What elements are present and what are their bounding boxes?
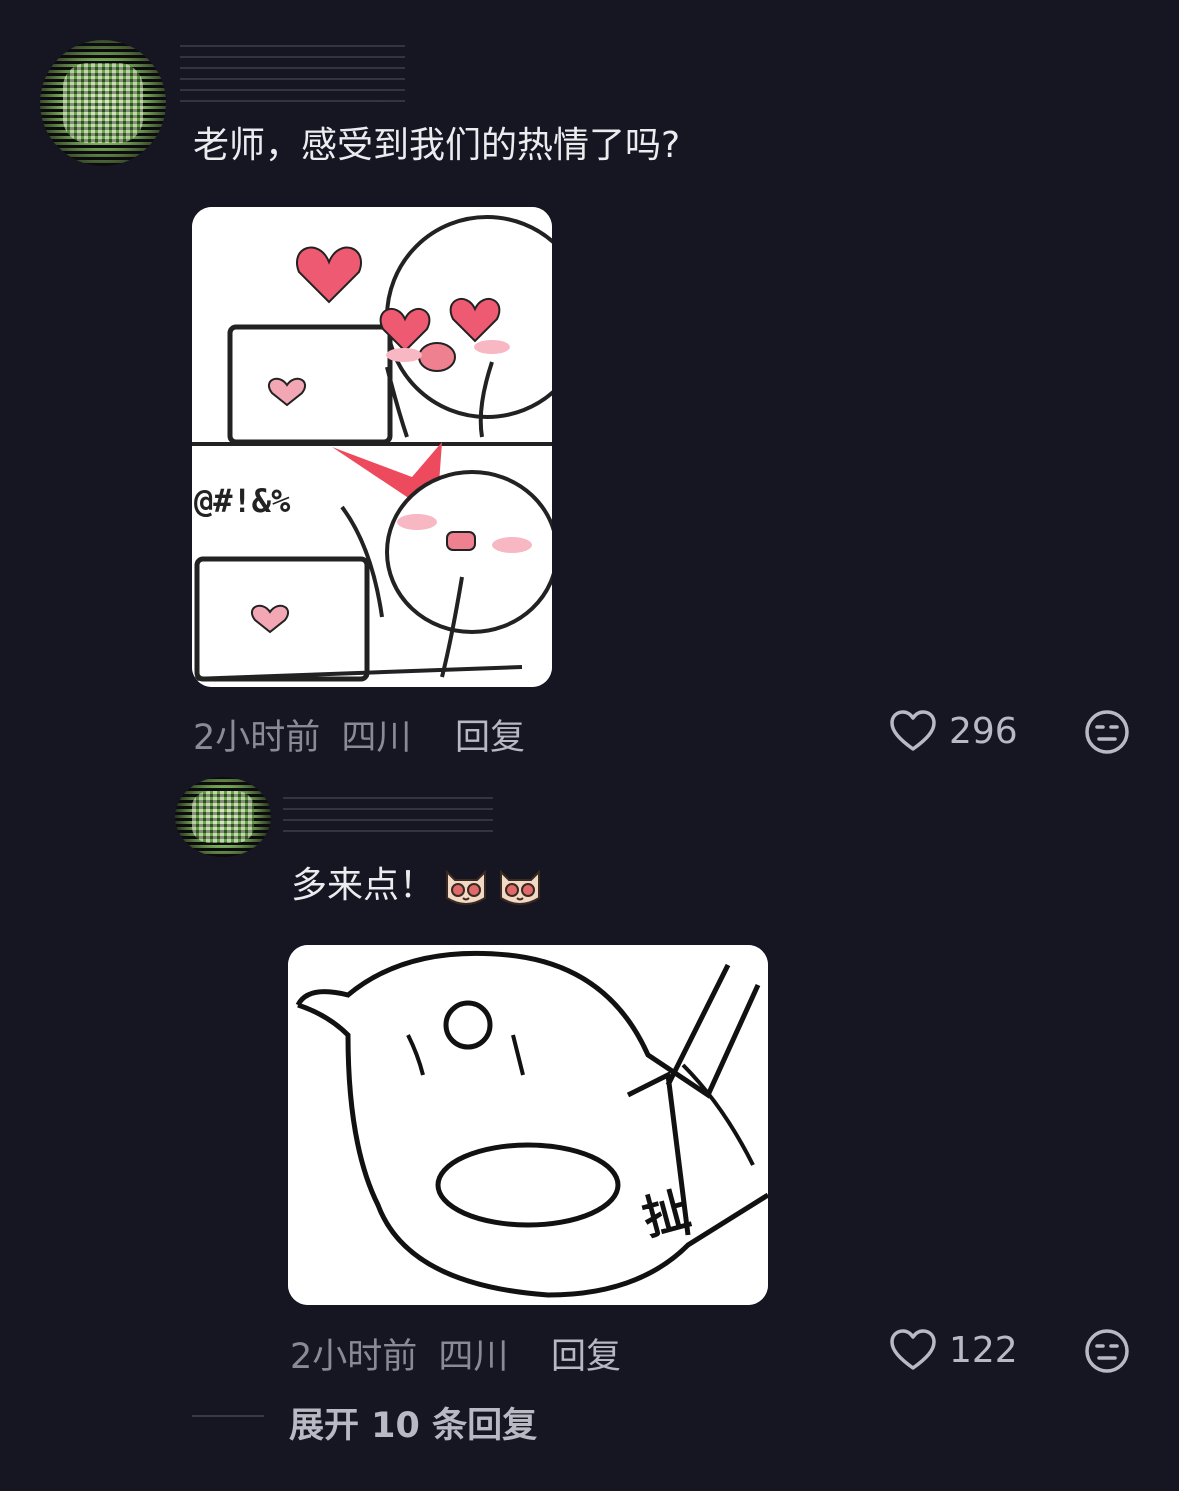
reply-button[interactable]: 回复: [455, 709, 525, 760]
comment-text-content: 多来点！: [291, 865, 436, 906]
username-obscured[interactable]: [283, 790, 493, 832]
avatar[interactable]: [40, 40, 166, 166]
like-button[interactable]: 296: [889, 709, 1018, 753]
avatar[interactable]: [175, 777, 271, 857]
heart-outline-icon: [890, 710, 936, 751]
cat-dizzy-emoji: [500, 869, 541, 905]
reply-button[interactable]: 回复: [551, 1328, 621, 1379]
sticker-symbols: @#!&%: [194, 482, 291, 520]
like-count: 122: [949, 1329, 1018, 1371]
cat-pulling-meme: 扯: [288, 945, 768, 1305]
comment-time: 2小时前: [193, 718, 321, 758]
cat-dizzy-emoji: [446, 869, 487, 905]
sticker-image[interactable]: @#!&%: [192, 207, 552, 687]
comment-text: 老师，感受到我们的热情了吗?: [193, 125, 681, 166]
like-count: 296: [949, 710, 1018, 752]
comment-time: 2小时前: [290, 1337, 418, 1377]
emoji-react-button[interactable]: [1084, 1328, 1130, 1378]
face-emoji-icon: [1085, 1329, 1129, 1373]
expand-replies-button[interactable]: 展开 10 条回复: [289, 1397, 537, 1448]
sticker-image[interactable]: 扯: [288, 945, 768, 1305]
username-obscured[interactable]: [180, 42, 405, 102]
like-button[interactable]: 122: [889, 1328, 1018, 1372]
comment-location: 四川: [438, 1337, 509, 1377]
comment-meta: 2小时前 四川: [193, 709, 411, 760]
comment-meta: 2小时前 四川: [290, 1328, 508, 1379]
heart-eyes-laptop-meme: @#!&%: [192, 207, 552, 687]
comment-location: 四川: [341, 718, 412, 758]
emoji-react-button[interactable]: [1084, 709, 1130, 759]
face-emoji-icon: [1085, 710, 1129, 754]
comment-text: 多来点！: [291, 862, 545, 910]
expand-divider: [192, 1415, 264, 1417]
heart-outline-icon: [890, 1329, 936, 1370]
